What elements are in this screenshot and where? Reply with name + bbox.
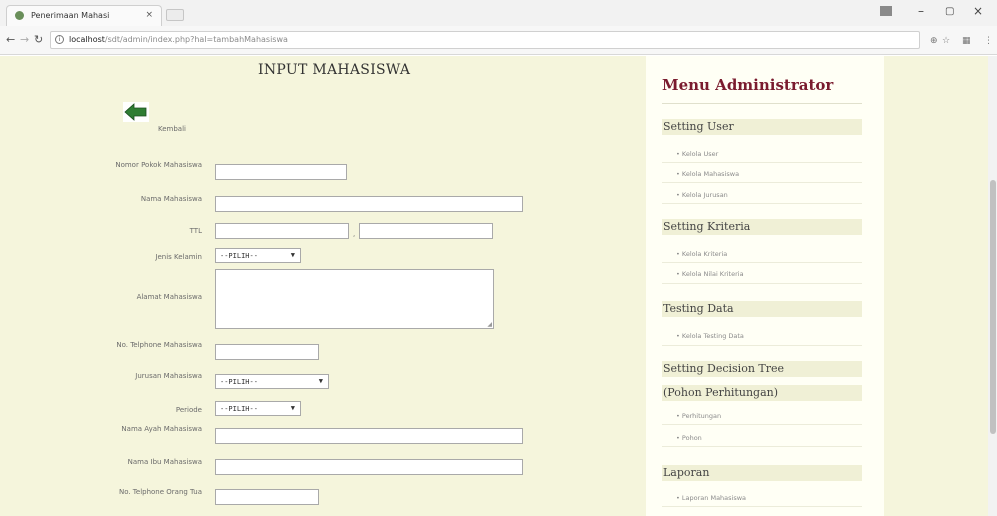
minimize-button[interactable]: – — [918, 4, 924, 18]
telp-ortu-input[interactable] — [215, 489, 319, 505]
menu-item-kelola-mahasiswa[interactable]: • Kelola Mahasiswa — [676, 170, 739, 178]
menu-title: Menu Administrator — [662, 76, 834, 94]
menu-item-kelola-jurusan[interactable]: • Kelola Jurusan — [676, 191, 728, 199]
menu-item-pohon[interactable]: • Pohon — [676, 434, 702, 442]
zoom-icon[interactable]: ⊕ — [930, 36, 938, 46]
jenis-kelamin-select[interactable]: --PILIH-- ▼ — [215, 248, 301, 263]
site-info-icon[interactable]: i — [55, 35, 64, 44]
menu-item-kelola-testing-data[interactable]: • Kelola Testing Data — [676, 332, 744, 340]
form-title: INPUT MAHASISWA — [258, 62, 411, 78]
scrollbar-thumb[interactable] — [990, 180, 996, 434]
chevron-down-icon: ▼ — [290, 404, 295, 412]
close-window-button[interactable]: × — [973, 4, 983, 18]
browser-tab[interactable]: Penerimaan Mahasi × — [6, 5, 162, 26]
address-bar[interactable]: localhost/sdt/admin/index.php?hal=tambah… — [50, 31, 920, 49]
divider — [662, 182, 862, 183]
alamat-textarea[interactable]: ◢ — [215, 269, 494, 329]
tempat-lahir-input[interactable] — [215, 223, 349, 239]
menu-item-kelola-nilai-kriteria[interactable]: • Kelola Nilai Kriteria — [676, 270, 744, 278]
nama-ibu-label: Nama Ibu Mahasiswa — [127, 458, 202, 466]
divider — [662, 162, 862, 163]
divider — [662, 424, 862, 425]
nama-label: Nama Mahasiswa — [140, 195, 202, 203]
jurusan-select[interactable]: --PILIH-- ▼ — [215, 374, 329, 389]
periode-value: --PILIH-- — [220, 405, 258, 413]
jurusan-label: Jurusan Mahasiswa — [135, 372, 202, 380]
telp-mahasiswa-label: No. Telphone Mahasiswa — [116, 341, 202, 349]
section-testing-data: Testing Data — [662, 301, 862, 317]
divider — [662, 262, 862, 263]
nama-ayah-label: Nama Ayah Mahasiswa — [121, 425, 202, 433]
periode-label: Periode — [175, 406, 202, 414]
menu-item-perhitungan[interactable]: • Perhitungan — [676, 412, 721, 420]
extension-icon[interactable]: ▦ — [962, 36, 971, 46]
chevron-down-icon: ▼ — [290, 251, 295, 259]
telp-mahasiswa-input[interactable] — [215, 344, 319, 360]
menu-item-kelola-user[interactable]: • Kelola User — [676, 150, 718, 158]
divider — [662, 345, 862, 346]
url-host: localhost — [69, 35, 105, 44]
telp-ortu-label: No. Telphone Orang Tua — [118, 488, 202, 496]
nama-ibu-input[interactable] — [215, 459, 523, 475]
ttl-separator: , — [353, 230, 356, 238]
section-pohon-perhitungan: (Pohon Perhitungan) — [662, 385, 862, 401]
alamat-label: Alamat Mahasiswa — [136, 293, 202, 301]
periode-select[interactable]: --PILIH-- ▼ — [215, 401, 301, 416]
divider — [662, 446, 862, 447]
url-path: /sdt/admin/index.php?hal=tambahMahasiswa — [104, 35, 288, 44]
forward-arrow-icon[interactable]: → — [20, 33, 29, 46]
browser-tab-bar: Penerimaan Mahasi × – ▢ × — [0, 0, 997, 26]
browser-toolbar: ← → ↻ localhost/sdt/admin/index.php?hal=… — [0, 26, 997, 55]
favicon-icon — [15, 11, 24, 20]
reload-icon[interactable]: ↻ — [34, 33, 43, 46]
nama-ayah-input[interactable] — [215, 428, 523, 444]
back-arrow-icon[interactable]: ← — [6, 33, 15, 46]
admin-menu: Menu Administrator Setting User • Kelola… — [646, 56, 884, 516]
divider — [662, 283, 862, 284]
divider — [662, 506, 862, 507]
npm-input[interactable] — [215, 164, 347, 180]
menu-item-laporan-mahasiswa[interactable]: • Laporan Mahasiswa — [676, 494, 746, 502]
section-laporan: Laporan — [662, 465, 862, 481]
menu-item-kelola-kriteria[interactable]: • Kelola Kriteria — [676, 250, 727, 258]
maximize-button[interactable]: ▢ — [945, 6, 954, 17]
jenis-kelamin-value: --PILIH-- — [220, 252, 258, 260]
back-link[interactable]: Kembali — [158, 125, 186, 133]
new-tab-button[interactable] — [166, 9, 184, 21]
nama-input[interactable] — [215, 196, 523, 212]
ttl-label: TTL — [189, 227, 202, 235]
section-setting-kriteria: Setting Kriteria — [662, 219, 862, 235]
jenis-kelamin-label: Jenis Kelamin — [155, 253, 202, 261]
profile-icon[interactable] — [880, 6, 892, 16]
section-setting-decision-tree: Setting Decision Tree — [662, 361, 862, 377]
resize-grip-icon[interactable]: ◢ — [487, 321, 492, 328]
tanggal-lahir-input[interactable] — [359, 223, 493, 239]
chevron-down-icon: ▼ — [318, 377, 323, 385]
menu-dots-icon[interactable]: ⋮ — [984, 36, 993, 46]
jurusan-value: --PILIH-- — [220, 378, 258, 386]
divider — [662, 203, 862, 204]
section-setting-user: Setting User — [662, 119, 862, 135]
npm-label: Nomor Pokok Mahasiswa — [115, 161, 202, 169]
bookmark-star-icon[interactable]: ☆ — [942, 36, 950, 46]
back-arrow-green-icon[interactable] — [123, 102, 149, 122]
tab-close-icon[interactable]: × — [145, 10, 153, 20]
divider — [662, 103, 862, 104]
tab-title: Penerimaan Mahasi — [31, 11, 110, 20]
